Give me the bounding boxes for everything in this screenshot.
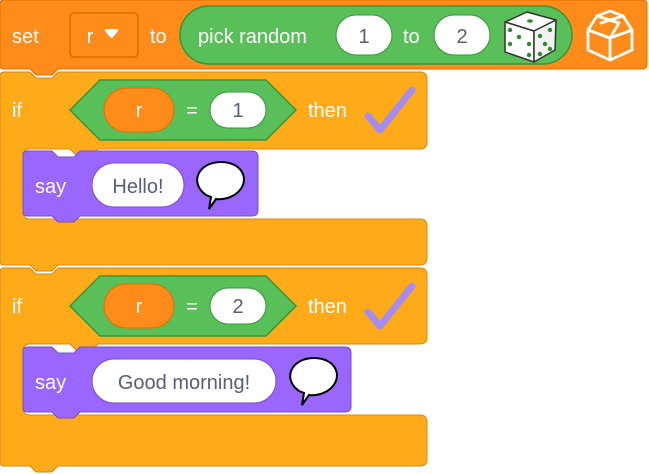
if-block-1[interactable]: if r = 1 then say Hello! bbox=[0, 71, 428, 272]
say-block-1[interactable]: say Hello! bbox=[22, 150, 259, 223]
variable-dropdown-box[interactable] bbox=[69, 12, 139, 58]
equals-sign: = bbox=[186, 296, 198, 318]
pick-random-reporter[interactable]: pick random 1 to 2 bbox=[179, 5, 573, 65]
if-block-2[interactable]: if r = 2 then say Good morning! bbox=[0, 267, 428, 473]
pick-random-label: pick random bbox=[198, 26, 307, 48]
compare-value-text: 1 bbox=[232, 100, 243, 122]
say-message-text: Hello! bbox=[112, 176, 163, 198]
variable-dropdown[interactable]: r bbox=[69, 12, 139, 58]
to-keyword: to bbox=[150, 26, 167, 48]
say-keyword: say bbox=[35, 176, 66, 198]
random-to-text: 2 bbox=[456, 26, 467, 48]
variable-reporter-label: r bbox=[136, 296, 143, 318]
variable-reporter-label: r bbox=[136, 100, 143, 122]
variable-dropdown-label: r bbox=[87, 26, 94, 48]
random-from-text: 1 bbox=[358, 26, 369, 48]
equals-operator-1[interactable]: r = 1 bbox=[68, 79, 298, 141]
equals-sign: = bbox=[186, 100, 198, 122]
if-keyword: if bbox=[12, 100, 22, 122]
say-keyword: say bbox=[35, 372, 66, 394]
say-block-2[interactable]: say Good morning! bbox=[22, 346, 352, 419]
compare-value-text: 2 bbox=[232, 296, 243, 318]
say-message-text: Good morning! bbox=[118, 372, 250, 394]
set-keyword: set bbox=[12, 26, 39, 48]
set-variable-block[interactable]: set r to pick random 1 to 2 bbox=[0, 0, 648, 76]
random-to-keyword: to bbox=[403, 26, 420, 48]
dice-icon bbox=[504, 11, 557, 63]
if-keyword: if bbox=[12, 296, 22, 318]
then-keyword: then bbox=[308, 100, 347, 122]
equals-operator-2[interactable]: r = 2 bbox=[68, 275, 298, 337]
then-keyword: then bbox=[308, 296, 347, 318]
